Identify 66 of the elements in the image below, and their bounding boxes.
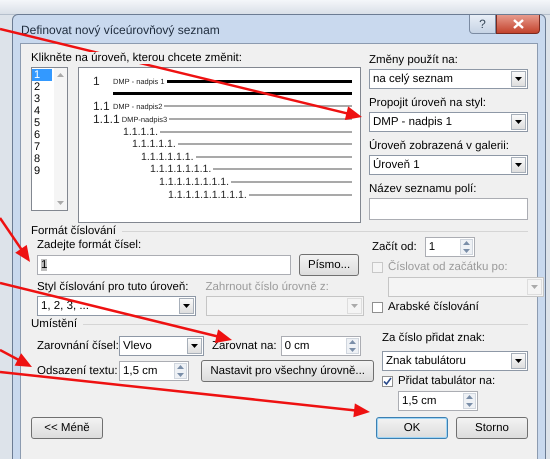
field-label: Zahrnout číslo úrovně z: (206, 281, 330, 293)
dialog-button[interactable]: Storno (456, 417, 528, 439)
checkbox[interactable] (372, 302, 383, 312)
window-title: Definovat nový víceúrovňový seznam (21, 23, 221, 37)
field-label: Propojit úroveň na styl: (369, 97, 487, 109)
aligned-at-spinner[interactable]: 0 cm (280, 336, 361, 356)
level-list-item[interactable]: 8 (32, 153, 54, 165)
checkbox-label: Arabské číslování (388, 301, 479, 313)
help-button[interactable]: ? (469, 15, 496, 34)
field-label: Klikněte na úroveň, kterou chcete změnit: (31, 52, 242, 64)
link-style-dropdown[interactable]: DMP - nadpis 1 (369, 112, 528, 132)
close-button[interactable] (496, 15, 540, 34)
checkbox-label: Číslovat od začátku po: (388, 261, 508, 273)
field-label: Odsazení textu: (37, 365, 115, 377)
field-label: Styl číslování pro tuto úroveň: (37, 281, 190, 293)
text-indent-spinner[interactable]: 1,5 cm (119, 361, 190, 381)
field-label: Začít od: (372, 240, 417, 252)
checkbox-label: Přidat tabulátor na: (398, 375, 496, 387)
level-number: 1.1.1.1.1.1.1.1. (159, 176, 230, 188)
alignment-dropdown[interactable]: Vlevo (119, 336, 204, 356)
level-list-item[interactable]: 4 (32, 105, 54, 117)
dialog-button[interactable]: OK (376, 417, 448, 439)
level-number: 1.1 (93, 99, 111, 114)
level-list-item[interactable]: 3 (32, 93, 54, 105)
scroll-down-icon[interactable] (57, 201, 64, 205)
tab-stop-spinner[interactable]: 1,5 cm (398, 391, 478, 411)
spinner-arrows-icon[interactable] (346, 338, 359, 354)
annotation-arrow (0, 348, 32, 367)
level-list-item[interactable]: 9 (32, 165, 54, 177)
level-number: 1.1.1.1.1.1.1. (150, 163, 212, 176)
level-list-item[interactable]: 5 (32, 117, 54, 129)
follow-number-dropdown[interactable]: Znak tabulátoru (382, 351, 528, 371)
level-list-item[interactable]: 2 (32, 81, 54, 93)
start-at-spinner[interactable]: 1 (424, 237, 475, 257)
checkbox[interactable] (382, 376, 393, 386)
apply-to-dropdown[interactable]: na celý seznam (369, 69, 528, 89)
spinner-arrows-icon[interactable] (174, 363, 188, 379)
scroll-up-icon[interactable] (57, 73, 64, 77)
dialog-button[interactable]: << Méně (31, 417, 103, 439)
field-label: Za číslo přidat znak: (382, 332, 486, 344)
close-icon[interactable] (512, 19, 524, 29)
field-label: Změny použít na: (369, 54, 459, 66)
level-number: 1.1.1.1.1.1. (141, 150, 194, 163)
set-all-levels-button[interactable]: Nastavit pro všechny úrovně... (201, 360, 374, 382)
field-label: Zarovnat na: (212, 340, 277, 352)
spinner-arrows-icon[interactable] (463, 393, 476, 409)
section-heading: Umístění (31, 318, 78, 330)
spinner-arrows-icon[interactable] (460, 239, 473, 255)
level-number: 1.1.1.1.1. (132, 138, 176, 150)
level-number: 1.1.1.1. (123, 126, 158, 138)
section-heading: Formát číslování (31, 225, 116, 237)
number-format-field[interactable]: 1 (37, 255, 291, 275)
level-number: 1.1.1 (93, 112, 120, 126)
level-number: 1 (93, 74, 101, 88)
field-label: Název seznamu polí: (369, 183, 478, 195)
level-list-item[interactable]: 7 (32, 141, 54, 153)
field-label: Úroveň zobrazená v galerii: (369, 140, 510, 152)
gallery-level-dropdown[interactable]: Úroveň 1 (369, 155, 528, 175)
level-number: 1.1.1.1.1.1.1.1.1. (168, 188, 247, 201)
field-label: Zadejte formát čísel: (37, 239, 142, 251)
number-style-dropdown[interactable]: 1, 2, 3, ... (37, 296, 196, 316)
annotation-arrow (0, 217, 30, 262)
font-button[interactable]: Písmo... (299, 254, 360, 276)
scrollbar[interactable] (54, 68, 67, 210)
level-list-item[interactable]: 6 (32, 129, 54, 141)
list-name-field[interactable] (369, 198, 528, 220)
